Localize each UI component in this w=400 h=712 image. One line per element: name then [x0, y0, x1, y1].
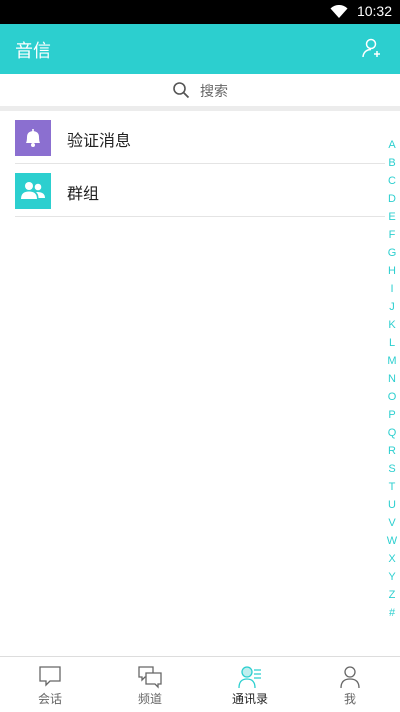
status-bar: 10:32 — [0, 0, 400, 24]
bottom-tab-bar: 会话 频道 通讯录 我 — [0, 656, 400, 711]
index-letter[interactable]: W — [384, 532, 400, 550]
tab-contacts-label: 通讯录 — [231, 692, 268, 706]
channels-icon — [138, 666, 162, 689]
status-time: 10:32 — [356, 3, 392, 19]
app-title: 音信 — [15, 41, 51, 62]
search-bar[interactable]: 搜索 — [0, 74, 400, 106]
index-letter[interactable]: I — [384, 280, 400, 298]
index-letter[interactable]: X — [384, 550, 400, 568]
search-placeholder: 搜索 — [200, 84, 228, 100]
tab-me-label: 我 — [343, 692, 356, 706]
search-icon — [173, 82, 190, 99]
profile-icon — [340, 666, 360, 689]
index-letter[interactable]: D — [384, 190, 400, 208]
tab-channels[interactable]: 频道 — [100, 657, 200, 712]
chat-icon — [39, 666, 61, 687]
index-letter[interactable]: J — [384, 298, 400, 316]
index-letter[interactable]: S — [384, 460, 400, 478]
row-divider — [15, 216, 385, 217]
index-letter[interactable]: P — [384, 406, 400, 424]
group-icon — [15, 173, 51, 209]
index-letter[interactable]: U — [384, 496, 400, 514]
index-letter[interactable]: F — [384, 226, 400, 244]
index-letter[interactable]: H — [384, 262, 400, 280]
contacts-icon — [238, 666, 261, 689]
bell-icon — [15, 120, 51, 156]
index-letter[interactable]: O — [384, 388, 400, 406]
alphabet-index-bar[interactable]: A B C D E F G H I J K L M N O P Q R S T U V W X Y Z # — [384, 136, 400, 622]
index-letter[interactable]: Y — [384, 568, 400, 586]
index-letter[interactable]: M — [384, 352, 400, 370]
tab-channels-label: 频道 — [137, 692, 162, 706]
index-letter[interactable]: N — [384, 370, 400, 388]
index-letter[interactable]: B — [384, 154, 400, 172]
wifi-icon — [330, 5, 348, 18]
verify-messages-item[interactable]: 验证消息 — [0, 111, 385, 164]
tab-contacts[interactable]: 通讯录 — [200, 657, 300, 712]
index-letter[interactable]: A — [384, 136, 400, 154]
groups-label: 群组 — [67, 184, 100, 203]
app-bar: 音信 — [0, 24, 400, 74]
index-letter[interactable]: R — [384, 442, 400, 460]
index-letter[interactable]: C — [384, 172, 400, 190]
groups-item[interactable]: 群组 — [0, 164, 385, 217]
index-letter[interactable]: L — [384, 334, 400, 352]
index-letter[interactable]: G — [384, 244, 400, 262]
index-letter[interactable]: V — [384, 514, 400, 532]
index-letter[interactable]: K — [384, 316, 400, 334]
index-letter[interactable]: Z — [384, 586, 400, 604]
tab-chats-label: 会话 — [37, 692, 62, 706]
tab-chats[interactable]: 会话 — [0, 657, 100, 712]
index-letter[interactable]: # — [384, 604, 400, 622]
index-letter[interactable]: Q — [384, 424, 400, 442]
verify-messages-label: 验证消息 — [67, 131, 132, 150]
index-letter[interactable]: E — [384, 208, 400, 226]
index-letter[interactable]: T — [384, 478, 400, 496]
add-contact-icon[interactable] — [360, 36, 384, 60]
tab-me[interactable]: 我 — [300, 657, 400, 712]
